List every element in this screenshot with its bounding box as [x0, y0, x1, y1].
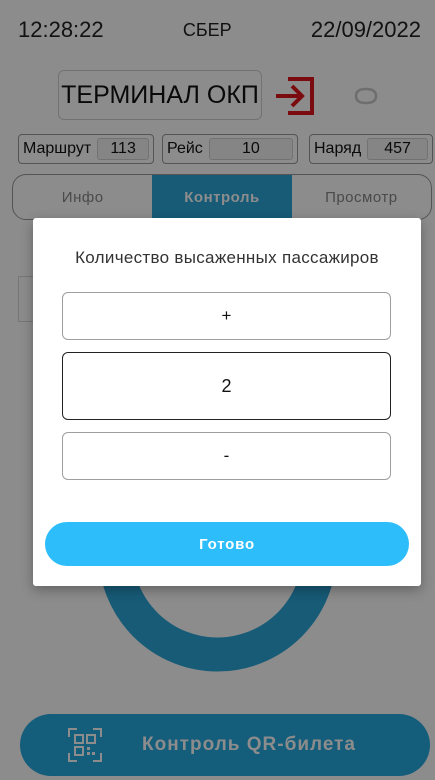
- decrement-button[interactable]: -: [62, 432, 391, 480]
- passenger-count-field[interactable]: 2: [62, 352, 391, 420]
- passenger-count-dialog: Количество высаженных пассажиров + 2 - Г…: [33, 218, 421, 586]
- done-button[interactable]: Готово: [45, 522, 409, 566]
- increment-button[interactable]: +: [62, 292, 391, 340]
- dialog-title: Количество высаженных пассажиров: [75, 248, 379, 267]
